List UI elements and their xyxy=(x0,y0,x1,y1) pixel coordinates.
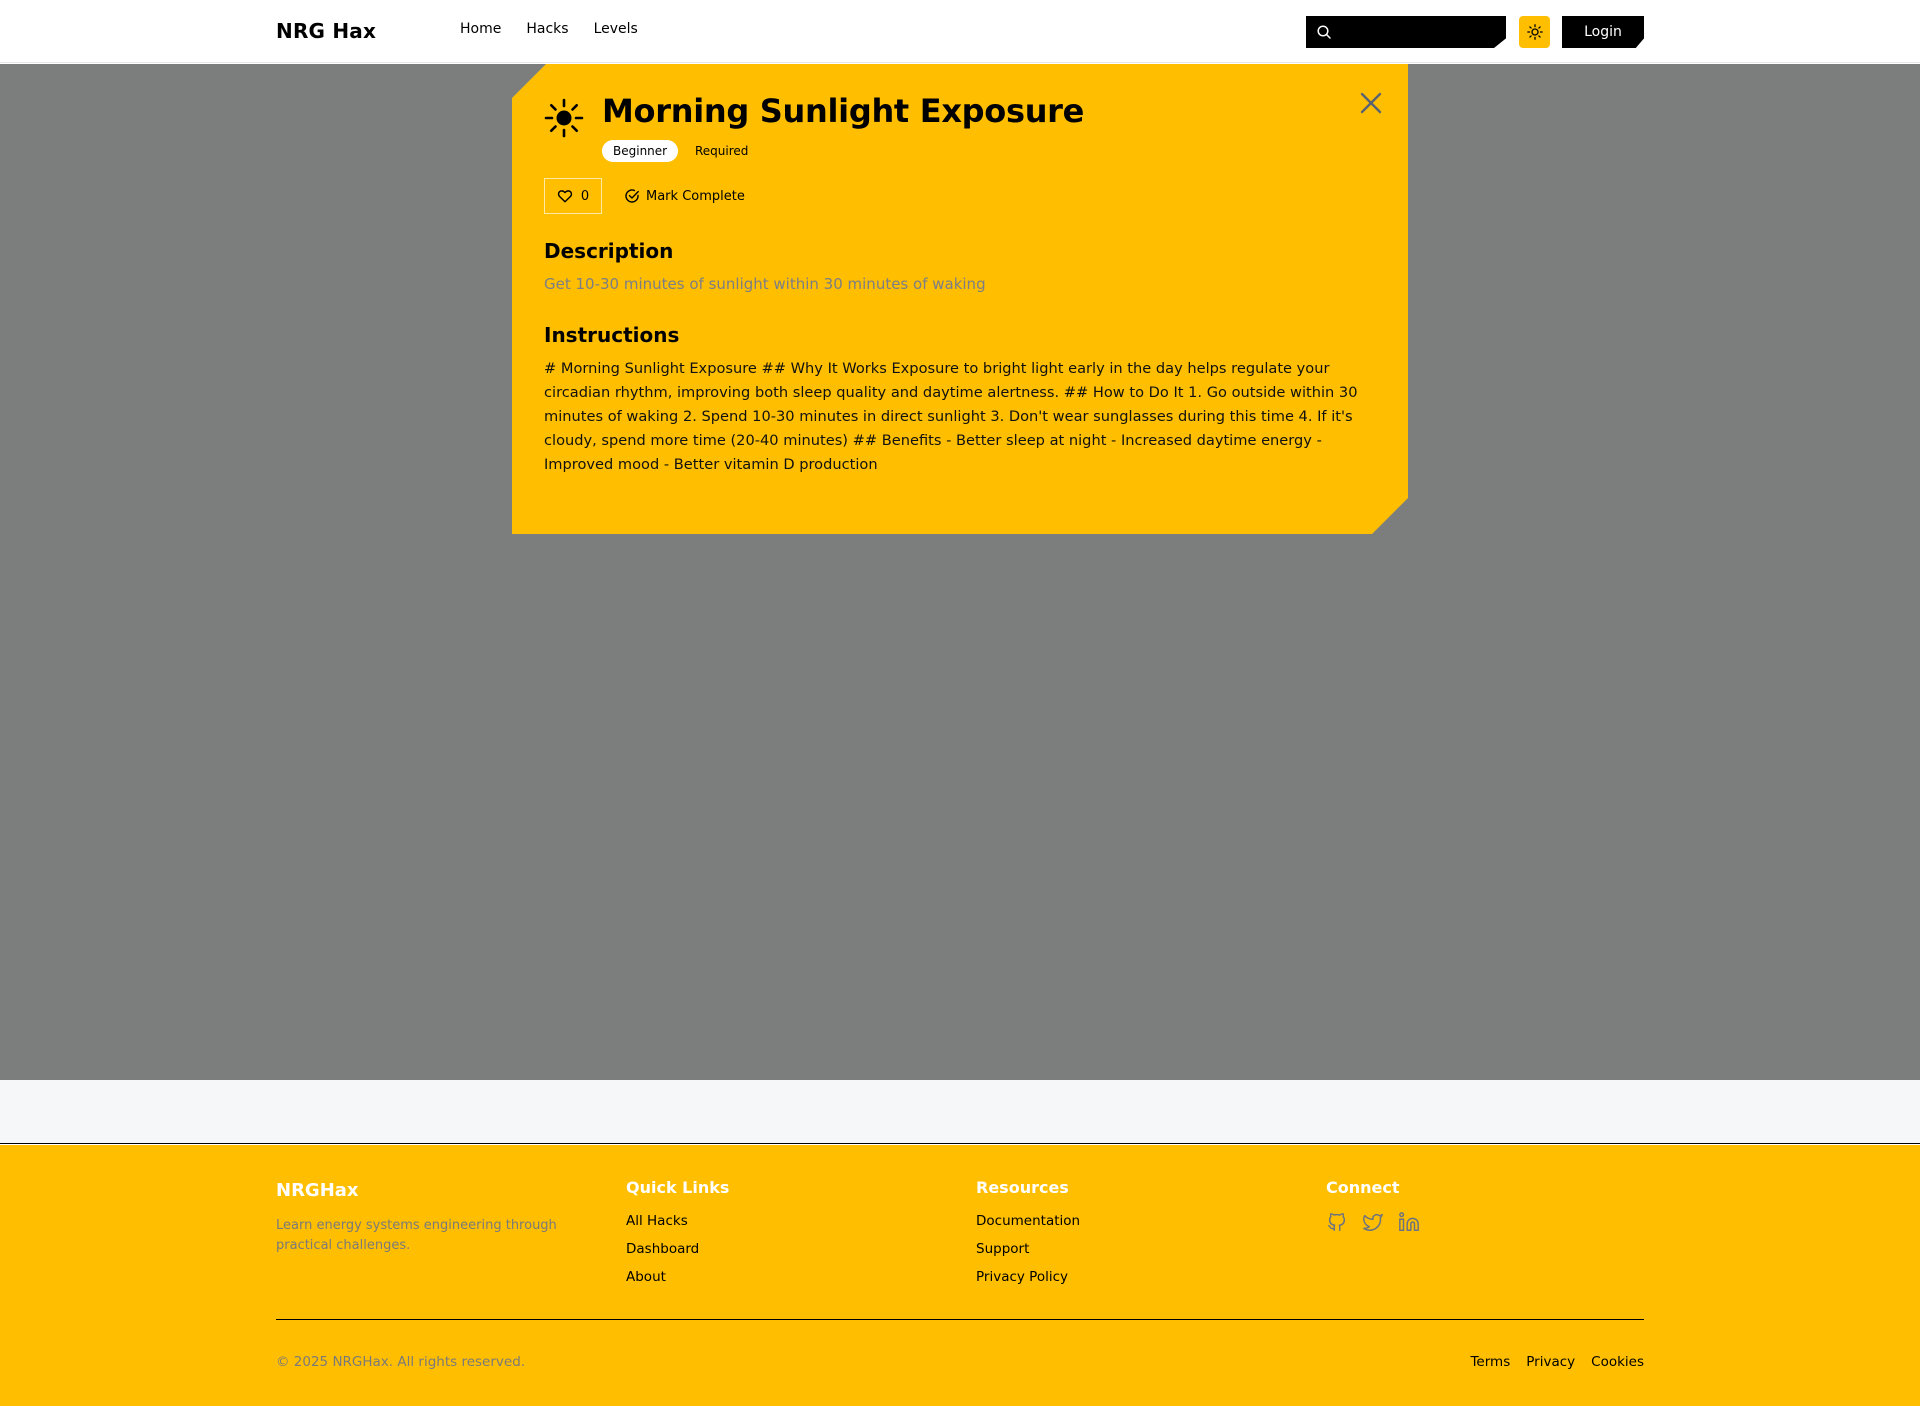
linkedin-icon[interactable] xyxy=(1398,1211,1420,1233)
copyright: © 2025 NRGHax. All rights reserved. xyxy=(276,1354,526,1370)
connect-heading: Connect xyxy=(1326,1178,1400,1197)
instructions-heading: Instructions xyxy=(544,323,680,347)
quick-links-heading: Quick Links xyxy=(626,1178,730,1197)
hack-detail-modal: Morning Sunlight Exposure Beginner Requi… xyxy=(512,64,1408,534)
site-footer: NRGHax Learn energy systems engineering … xyxy=(0,1145,1920,1406)
footer-link-privacy-policy[interactable]: Privacy Policy xyxy=(976,1269,1080,1286)
like-count: 0 xyxy=(580,188,590,204)
instructions-text: # Morning Sunlight Exposure ## Why It Wo… xyxy=(544,360,1358,473)
theme-toggle-button[interactable] xyxy=(1519,16,1550,48)
close-icon[interactable] xyxy=(1357,89,1385,117)
nav-hacks[interactable]: Hacks xyxy=(526,21,568,37)
resources-heading: Resources xyxy=(976,1178,1069,1197)
heart-icon xyxy=(557,188,573,204)
footer-link-documentation[interactable]: Documentation xyxy=(976,1213,1080,1230)
like-button[interactable]: 0 xyxy=(544,178,602,214)
footer-link-cookies[interactable]: Cookies xyxy=(1591,1354,1644,1370)
content-strip xyxy=(0,1080,1920,1144)
difficulty-badge: Beginner xyxy=(602,140,678,162)
description-text: Get 10-30 minutes of sunlight within 30 … xyxy=(544,275,986,293)
mark-complete-label: Mark Complete xyxy=(646,188,745,204)
search-input[interactable] xyxy=(1338,16,1498,48)
login-button[interactable]: Login xyxy=(1562,16,1644,48)
footer-link-privacy[interactable]: Privacy xyxy=(1526,1354,1575,1370)
resources-list: Documentation Support Privacy Policy xyxy=(976,1213,1080,1286)
brand-logo[interactable]: NRG Hax xyxy=(276,19,376,43)
footer-link-all-hacks[interactable]: All Hacks xyxy=(626,1213,699,1230)
sun-icon xyxy=(1526,24,1543,40)
check-circle-icon xyxy=(624,188,640,204)
description-heading: Description xyxy=(544,239,674,263)
nav-levels[interactable]: Levels xyxy=(594,21,638,37)
footer-link-dashboard[interactable]: Dashboard xyxy=(626,1241,699,1258)
search-icon xyxy=(1317,25,1331,39)
mark-complete-button[interactable]: Mark Complete xyxy=(624,178,745,214)
footer-brand: NRGHax xyxy=(276,1180,359,1201)
github-icon[interactable] xyxy=(1326,1211,1348,1233)
search-box[interactable] xyxy=(1306,16,1506,48)
quick-links-list: All Hacks Dashboard About xyxy=(626,1213,699,1286)
footer-divider xyxy=(276,1319,1644,1320)
footer-link-support[interactable]: Support xyxy=(976,1241,1080,1258)
twitter-icon[interactable] xyxy=(1362,1211,1384,1233)
required-badge: Required xyxy=(695,144,749,158)
site-header: NRG Hax Home Hacks Levels Login xyxy=(0,0,1920,63)
footer-link-about[interactable]: About xyxy=(626,1269,699,1286)
nav-home[interactable]: Home xyxy=(460,21,501,37)
social-links xyxy=(1326,1211,1420,1233)
legal-links: Terms Privacy Cookies xyxy=(1470,1354,1644,1370)
footer-link-terms[interactable]: Terms xyxy=(1470,1354,1510,1370)
sun-icon xyxy=(544,98,584,138)
footer-tagline: Learn energy systems engineering through… xyxy=(276,1218,557,1253)
main-nav: Home Hacks Levels xyxy=(460,21,638,37)
hack-title: Morning Sunlight Exposure xyxy=(602,92,1085,130)
